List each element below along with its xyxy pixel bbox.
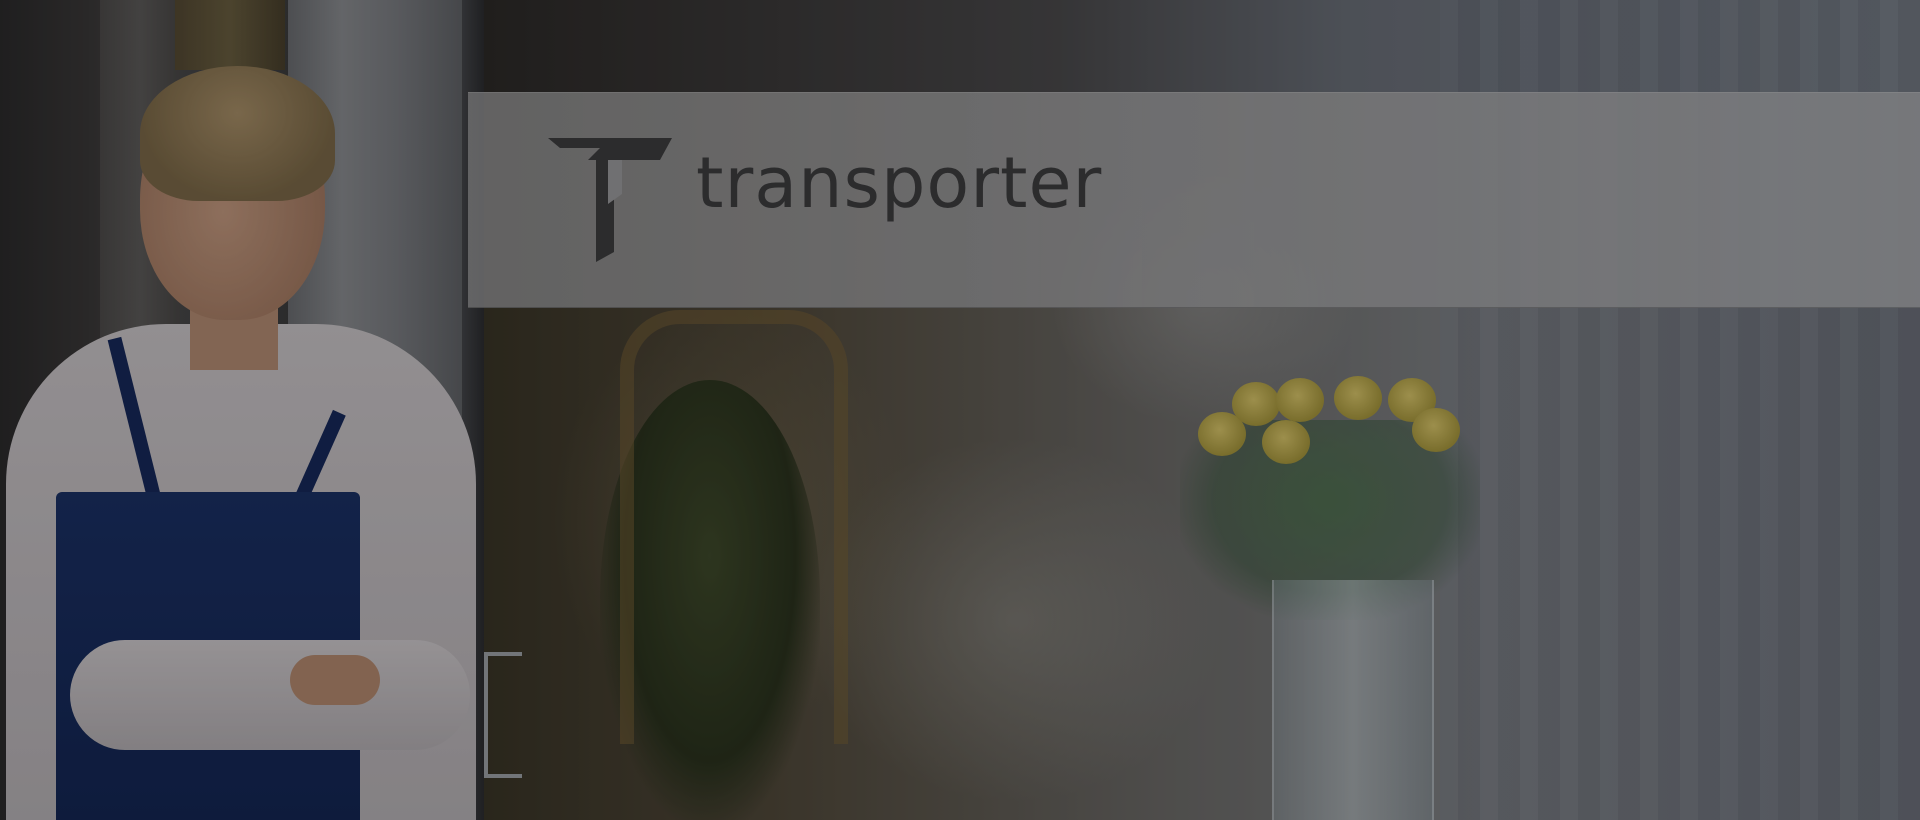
yellow-rose: [1412, 408, 1460, 452]
yellow-rose: [1276, 378, 1324, 422]
mirror-frame-reflection: [620, 310, 848, 744]
yellow-rose: [1262, 420, 1310, 464]
blonde-hair: [140, 66, 335, 201]
glass-vase: [1272, 580, 1434, 820]
hand: [290, 655, 380, 705]
yellow-rose: [1334, 376, 1382, 420]
crossed-arms: [70, 640, 470, 750]
smiling-woman-in-apron: [0, 0, 490, 820]
brand-wordmark: transporter: [696, 142, 1103, 224]
frosted-glass-banner: [468, 92, 1920, 308]
hero-photo: transporter: [0, 0, 1920, 820]
yellow-rose: [1232, 382, 1280, 426]
t-logo-icon: [548, 138, 672, 262]
